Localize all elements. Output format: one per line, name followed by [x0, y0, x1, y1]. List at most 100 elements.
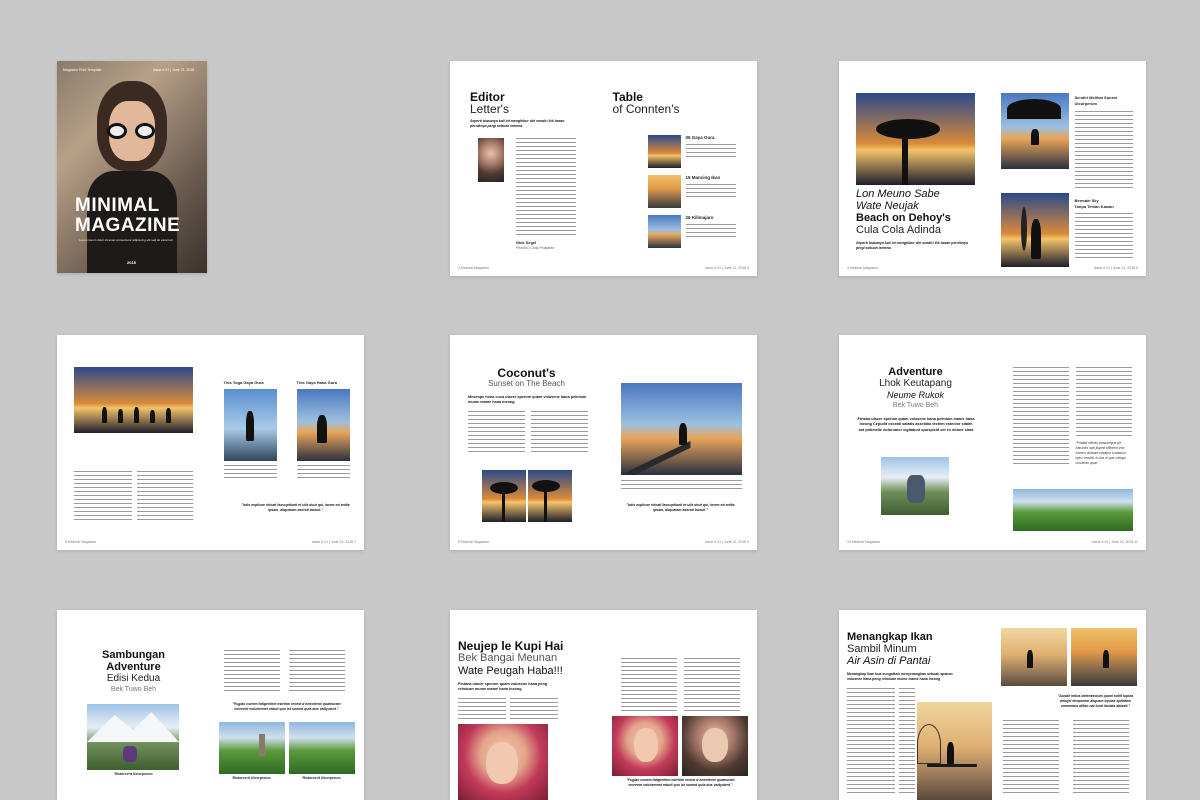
- cover-bottom-mark: 2018: [127, 260, 136, 265]
- adventure-body-right: [1075, 367, 1132, 437]
- cover-title-line2: MAGAZINE: [75, 215, 181, 236]
- toc-thumb-3: [647, 215, 681, 248]
- yoga-caption-1: This Yoga Gaya Gura: [223, 380, 264, 385]
- surfer-photo: [1000, 193, 1069, 267]
- toc-title-light: of Connten's: [612, 102, 680, 116]
- sambungan-right-page: "Fugias conem fatigeritem estrhim recest…: [211, 610, 365, 800]
- coconut-footer-left: 8 Minimal Magazine: [458, 540, 490, 544]
- ikan-body-right-2: [1072, 720, 1129, 796]
- yoga-footer-right: Issue # 01 | June 21, 2018 7: [311, 540, 356, 544]
- side-title-1b: Ulcorperum: [1074, 101, 1097, 106]
- ikan-quote: "Aunde intius delenescium quam sollit lu…: [1057, 694, 1134, 708]
- yoga-photo-2: [296, 389, 350, 461]
- yoga-quote: "Iutis explicae rhicati faccuptiunti et …: [241, 503, 350, 512]
- sambungan-left-page: Sambungan Adventure Edisi Kedua Bek Tuwo…: [57, 610, 211, 800]
- beach-spread[interactable]: Lon Meuno Sabe Wate Neujak Beach on Deho…: [839, 61, 1146, 276]
- coconut-title-bold: Coconut's: [497, 366, 556, 380]
- sambungan-title-sub: Bek Tuwo Beh: [110, 686, 157, 693]
- beach-headline-italic1: Lon Meuno Sabe: [856, 188, 940, 200]
- beach-left-page: Lon Meuno Sabe Wate Neujak Beach on Deho…: [839, 61, 993, 276]
- coconut-spread[interactable]: Coconut's Sunset on The Beach Mesenpe ho…: [450, 335, 757, 550]
- adventure-title-bold: Adventure: [888, 366, 943, 378]
- yoga-caption-body-2: [296, 465, 350, 481]
- toc-item-1[interactable]: 05 Gaya Gura: [686, 135, 715, 141]
- editor-letter-page: Editor Letter's Seperti biasanya kali in…: [450, 61, 604, 276]
- adventure-body-left: [1012, 367, 1069, 467]
- mountain-photo: [87, 704, 179, 770]
- side-title-1a: Sendiri Melihat Sunset: [1074, 95, 1118, 100]
- backpack-photo: [881, 457, 949, 515]
- fisherman-main-photo[interactable]: [917, 702, 992, 800]
- beach-lead: Seperti biasanya kali ini menghibur diri…: [856, 241, 968, 250]
- sunglasses-icon: [105, 123, 159, 139]
- group-yoga-photo: [74, 367, 193, 433]
- editor-signature: Nick Segel: [516, 240, 537, 245]
- coconut-body-left: [468, 411, 525, 455]
- sambungan-spread[interactable]: Sambungan Adventure Edisi Kedua Bek Tuwo…: [57, 610, 364, 800]
- editor-body-text: [516, 138, 576, 238]
- cover-top-line: Magazine Print Template: [63, 68, 102, 72]
- sambungan-caption-3: Ristorcerit Ulcorperum: [302, 776, 341, 780]
- editor-lead: Seperti biasanya kali ini menghibur diri…: [470, 119, 565, 128]
- yoga-caption-body-1: [223, 465, 277, 481]
- pier-photo: [620, 383, 742, 475]
- kupi-spread[interactable]: Neujep le Kupi Hai Bek Bangai Meunan Wat…: [450, 610, 757, 800]
- yoga-spread[interactable]: 6 Minimal Magazine This Yoga Gaya Gura T…: [57, 335, 364, 550]
- adventure-quote: "Pelitati officiis pristumque pit harunt…: [1075, 441, 1126, 465]
- palm-photo-1: [482, 470, 526, 522]
- kupi-body-right-1: [620, 658, 677, 712]
- coconut-lead: Mesenpe hona cuca ulacer sperum quam vol…: [468, 395, 587, 405]
- ikan-lead: Menangkap ikan bua sungaikah menyenangka…: [847, 672, 953, 681]
- editor-portrait: [478, 138, 504, 182]
- kupi-title-light: Bek Bangai Meunan: [458, 652, 558, 664]
- yoga-body-left: [74, 471, 132, 521]
- toc-desc-2: [685, 184, 736, 198]
- beach-footer-right: Issue # 01 | June 21, 2018 5: [1093, 266, 1138, 270]
- cover-title-line1: MINIMAL: [75, 195, 160, 216]
- fisherman-photo-2: [1070, 628, 1137, 686]
- sambungan-caption-2: Ristorcerit Ulcorperum: [232, 776, 271, 780]
- toc-footer: Issue # 01 | June 21, 2018 3: [704, 266, 749, 270]
- coconut-body-right: [531, 411, 588, 455]
- beach-headline-bold: Beach on Dehoy's: [856, 212, 951, 224]
- yoga-photo-1: [223, 389, 277, 461]
- adventure-spread[interactable]: Adventure Lhok Keutapang Neume Rukok Bek…: [839, 335, 1146, 550]
- adventure-title-sub: Bek Tuwo Beh: [892, 402, 939, 409]
- ikan-title-bold: Menangkap Ikan: [847, 631, 933, 643]
- sambungan-caption-1: Ristorcerit Ulcorperum: [114, 772, 153, 776]
- yoga-body-right: [137, 471, 193, 521]
- adventure-footer-right: Issue # 01 | June 21, 2018 11: [1092, 540, 1138, 544]
- coconut-left-page: Coconut's Sunset on The Beach Mesenpe ho…: [450, 335, 604, 550]
- sambungan-title-light: Edisi Kedua: [106, 673, 161, 684]
- kupi-left-page: Neujep le Kupi Hai Bek Bangai Meunan Wat…: [450, 610, 604, 800]
- yoga-right-page: This Yoga Gaya Gura This Gaya Hana Gura …: [211, 335, 365, 550]
- toc-item-3[interactable]: 26 Kilimajaro: [686, 215, 714, 221]
- tree-sunset-photo: [856, 93, 975, 185]
- kupi-right-page: "Fugias conem fatigeritem estrhim recest…: [604, 610, 758, 800]
- ikan-body-right: [899, 688, 915, 796]
- editor-footer: 2 Minimal Magazine: [458, 266, 490, 270]
- sambungan-title-bold1: Sambungan: [102, 649, 165, 661]
- cover-issue-line: Issue # 01 | June 21, 2018: [153, 68, 195, 72]
- cover-page[interactable]: Magazine Print Template Issue # 01 | Jun…: [57, 61, 207, 273]
- kupi-title-mixed: Wate Peugah Haba!!!: [458, 665, 563, 677]
- editor-toc-spread[interactable]: Editor Letter's Seperti biasanya kali in…: [450, 61, 757, 276]
- beach-footer-left: 4 Minimal Magazine: [847, 266, 879, 270]
- kupi-body-right: [510, 698, 558, 720]
- toc-item-2[interactable]: 15 Mancing Ikan: [686, 175, 721, 181]
- ikan-spread[interactable]: Menangkap Ikan Sambil Minum Air Asin di …: [839, 610, 1146, 800]
- fisherman-photo-1: [1000, 628, 1067, 686]
- toc-desc-1: [685, 144, 736, 158]
- yoga-footer-left: 6 Minimal Magazine: [65, 540, 97, 544]
- adventure-lead: Firtana ulacer sperum quam volusene hana…: [857, 417, 975, 432]
- kupi-body-left: [458, 698, 506, 720]
- village-photo: [288, 722, 355, 774]
- toc-thumb-1: [647, 135, 681, 168]
- palm-photo-2: [528, 470, 572, 522]
- ikan-left-page: Menangkap Ikan Sambil Minum Air Asin di …: [839, 610, 993, 800]
- ikan-title-light: Sambil Minum: [847, 643, 917, 655]
- adventure-footer-left: 10 Minimal Magazine: [847, 540, 881, 544]
- ikan-body-left: [847, 688, 895, 796]
- yoga-left-page: 6 Minimal Magazine: [57, 335, 211, 550]
- valley-photo: [1012, 489, 1133, 531]
